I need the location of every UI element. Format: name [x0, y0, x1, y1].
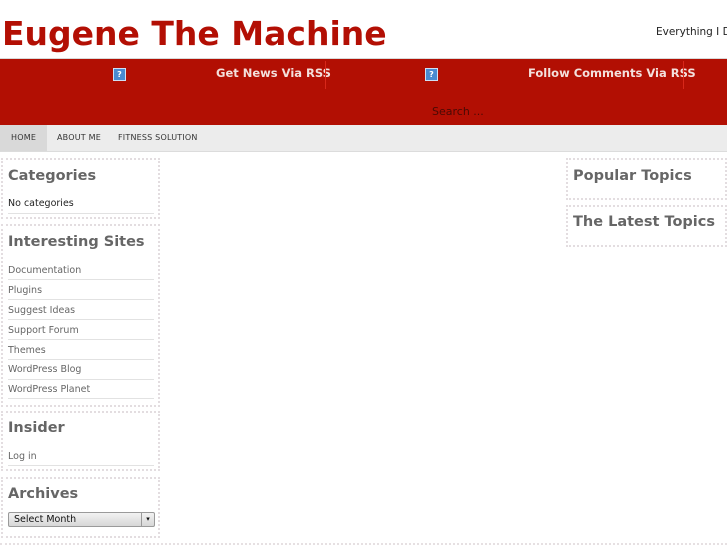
archives-month-select[interactable]: Select Month ▾: [8, 512, 155, 527]
site-tagline: Everything I Do: [656, 26, 727, 38]
chevron-down-icon[interactable]: ▾: [141, 513, 154, 526]
popular-topics-title: Popular Topics: [573, 168, 692, 184]
rss-feed-icon[interactable]: ?: [113, 68, 126, 81]
select-value: Select Month: [14, 514, 77, 525]
divider: [8, 379, 154, 380]
divider: [8, 299, 154, 300]
insider-title: Insider: [8, 420, 65, 436]
separator: [325, 61, 326, 89]
main-navigation: HOME ABOUT ME FITNESS SOLUTION: [0, 125, 727, 152]
divider: [8, 465, 154, 466]
divider: [8, 213, 154, 214]
archives-widget: Archives Select Month ▾: [1, 477, 160, 538]
no-categories-text: No categories: [8, 198, 74, 209]
link-wordpress-blog[interactable]: WordPress Blog: [8, 364, 81, 375]
popular-topics-widget: Popular Topics: [566, 158, 727, 200]
divider: [8, 339, 154, 340]
archives-title: Archives: [8, 486, 79, 502]
link-wordpress-planet[interactable]: WordPress Planet: [8, 384, 90, 395]
interesting-sites-widget: Interesting Sites Documentation Plugins …: [1, 224, 160, 407]
link-suggest-ideas[interactable]: Suggest Ideas: [8, 305, 75, 316]
latest-topics-widget: The Latest Topics: [566, 205, 727, 247]
site-title-link[interactable]: Eugene The Machine: [2, 14, 387, 53]
categories-title: Categories: [8, 168, 97, 184]
comments-rss-link[interactable]: Follow Comments Via RSS: [528, 66, 696, 80]
nav-item-fitness-solution[interactable]: FITNESS SOLUTION: [107, 125, 209, 151]
search-input[interactable]: [432, 105, 632, 118]
divider: [8, 319, 154, 320]
news-rss-link[interactable]: Get News Via RSS: [216, 66, 331, 80]
divider: [8, 279, 154, 280]
link-documentation[interactable]: Documentation: [8, 265, 81, 276]
insider-widget: Insider Log in: [1, 411, 160, 471]
categories-widget: Categories No categories: [1, 158, 160, 219]
latest-topics-title: The Latest Topics: [573, 214, 715, 230]
nav-item-home[interactable]: HOME: [0, 125, 48, 151]
link-themes[interactable]: Themes: [8, 345, 46, 356]
nav-item-about-me[interactable]: ABOUT ME: [46, 125, 112, 151]
link-plugins[interactable]: Plugins: [8, 285, 42, 296]
divider: [8, 359, 154, 360]
divider: [8, 398, 154, 399]
separator: [683, 61, 684, 89]
login-link[interactable]: Log in: [8, 451, 37, 462]
interesting-sites-title: Interesting Sites: [8, 234, 145, 250]
link-support-forum[interactable]: Support Forum: [8, 325, 79, 336]
comments-rss-icon[interactable]: ?: [425, 68, 438, 81]
